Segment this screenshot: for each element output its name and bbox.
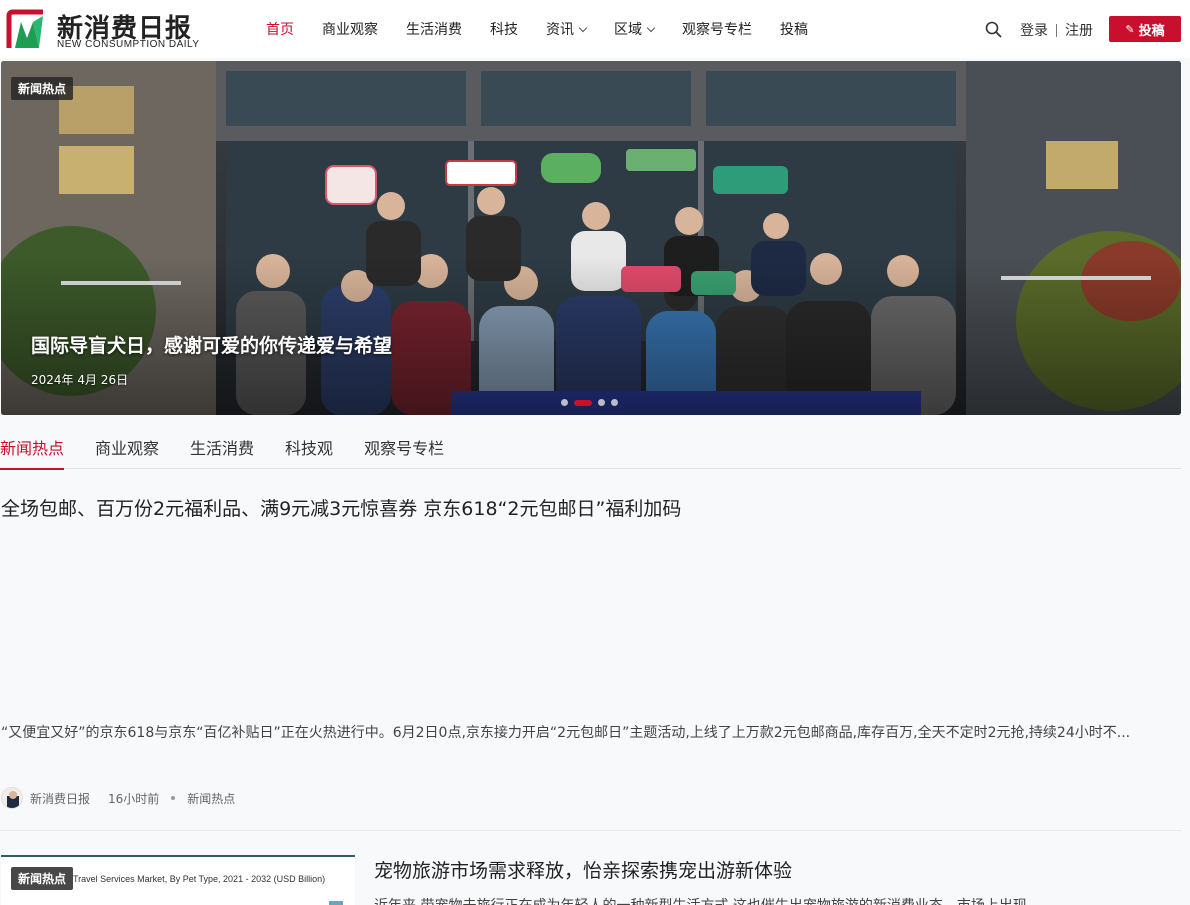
nav-label: 商业观察: [322, 22, 378, 38]
nav-item-home[interactable]: 首页: [266, 19, 294, 39]
article-meta: 新消费日报 16小时前 新闻热点: [1, 786, 235, 810]
auth-divider: [1056, 23, 1057, 37]
tab-label: 观察号专栏: [364, 438, 445, 458]
nav-item-tech[interactable]: 科技: [490, 19, 518, 39]
nav-label: 观察号专栏: [682, 22, 752, 38]
article-thumbnail[interactable]: Travel Services Market, By Pet Type, 202…: [1, 855, 355, 905]
submit-article-button[interactable]: ✎ 投稿: [1109, 16, 1181, 42]
chevron-down-icon: [646, 23, 656, 32]
chevron-down-icon: [578, 23, 588, 32]
nav-label: 区域: [614, 22, 642, 38]
submit-label: 投稿: [1138, 23, 1165, 39]
nav-label: 资讯: [546, 22, 574, 38]
nav-item-contribute[interactable]: 投稿: [780, 19, 808, 39]
article-category[interactable]: 新闻热点: [187, 790, 235, 807]
nav-item-life[interactable]: 生活消费: [406, 19, 462, 39]
hero-slider[interactable]: 新闻热点 国际导盲犬日，感谢可爱的你传递爱与希望 2024年 4月 26日: [1, 61, 1181, 415]
logo-text-en: NEW CONSUMPTION DAILY: [57, 39, 200, 50]
logo-mark-icon: [6, 9, 43, 48]
search-icon[interactable]: [985, 21, 1002, 38]
hero-image: [1, 61, 1181, 415]
meta-separator: [171, 796, 176, 800]
hero-category-tag[interactable]: 新闻热点: [11, 77, 74, 100]
tab-column[interactable]: 观察号专栏: [364, 424, 444, 469]
nav-label: 科技: [490, 22, 518, 38]
hero-title[interactable]: 国际导盲犬日，感谢可爱的你传递爱与希望: [31, 331, 392, 358]
tab-label: 新闻热点: [0, 438, 65, 458]
article-divider: [0, 830, 1181, 831]
category-tabs: 新闻热点 商业观察 生活消费 科技观 观察号专栏: [0, 424, 1181, 470]
article-excerpt: 近年来,带宠物去旅行正在成为年轻人的一种新型生活方式,这也催生出宠物旅游的新消费…: [374, 893, 1180, 905]
slider-pagination: [561, 399, 624, 406]
article-excerpt: “又便宜又好”的京东618与京东“百亿补贴日”正在火热进行中。6月2日0点,京东…: [1, 725, 1131, 741]
main-nav: 首页 商业观察 生活消费 科技 资讯 区域 观察号专栏 投稿: [266, 0, 836, 58]
thumbnail-caption: Travel Services Market, By Pet Type, 202…: [73, 874, 326, 884]
auth-links: 登录 注册: [1020, 20, 1093, 40]
tab-news-hot[interactable]: 新闻热点: [0, 424, 65, 470]
tab-label: 生活消费: [190, 438, 255, 458]
site-logo[interactable]: 新消费日报 NEW CONSUMPTION DAILY: [5, 6, 220, 52]
tab-label: 科技观: [285, 438, 334, 458]
slider-dot[interactable]: [561, 399, 568, 406]
thumbnail-chart-bar: [329, 901, 343, 905]
login-link[interactable]: 登录: [1020, 20, 1048, 40]
tab-tech[interactable]: 科技观: [285, 424, 333, 469]
article-title[interactable]: 宠物旅游市场需求释放，怡亲探索携宠出游新体验: [374, 856, 792, 883]
publish-time: 16小时前: [108, 791, 160, 806]
nav-item-region[interactable]: 区域: [614, 19, 656, 39]
nav-item-column[interactable]: 观察号专栏: [682, 19, 752, 39]
author-avatar[interactable]: [1, 787, 23, 809]
nav-label: 首页: [266, 22, 294, 38]
edit-icon: ✎: [1125, 22, 1135, 36]
author-name[interactable]: 新消费日报: [30, 790, 90, 807]
article-category-tag[interactable]: 新闻热点: [11, 867, 74, 890]
tab-life[interactable]: 生活消费: [190, 424, 254, 469]
nav-label: 生活消费: [406, 22, 462, 38]
nav-item-news[interactable]: 资讯: [546, 19, 588, 39]
tab-business[interactable]: 商业观察: [95, 424, 159, 469]
avatar-icon: [2, 788, 22, 808]
nav-label: 投稿: [780, 22, 808, 38]
slider-dot[interactable]: [598, 399, 605, 406]
nav-item-business[interactable]: 商业观察: [322, 19, 378, 39]
site-header: 新消费日报 NEW CONSUMPTION DAILY 首页 商业观察 生活消费…: [0, 0, 1190, 58]
tab-label: 商业观察: [95, 438, 160, 458]
register-link[interactable]: 注册: [1065, 20, 1093, 40]
hero-date: 2024年 4月 26日: [31, 373, 129, 387]
article-title[interactable]: 全场包邮、百万份2元福利品、满9元减3元惊喜券 京东618“2元包邮日”福利加码: [1, 494, 681, 521]
slider-dot[interactable]: [611, 399, 618, 406]
slider-dot-active[interactable]: [574, 399, 592, 406]
